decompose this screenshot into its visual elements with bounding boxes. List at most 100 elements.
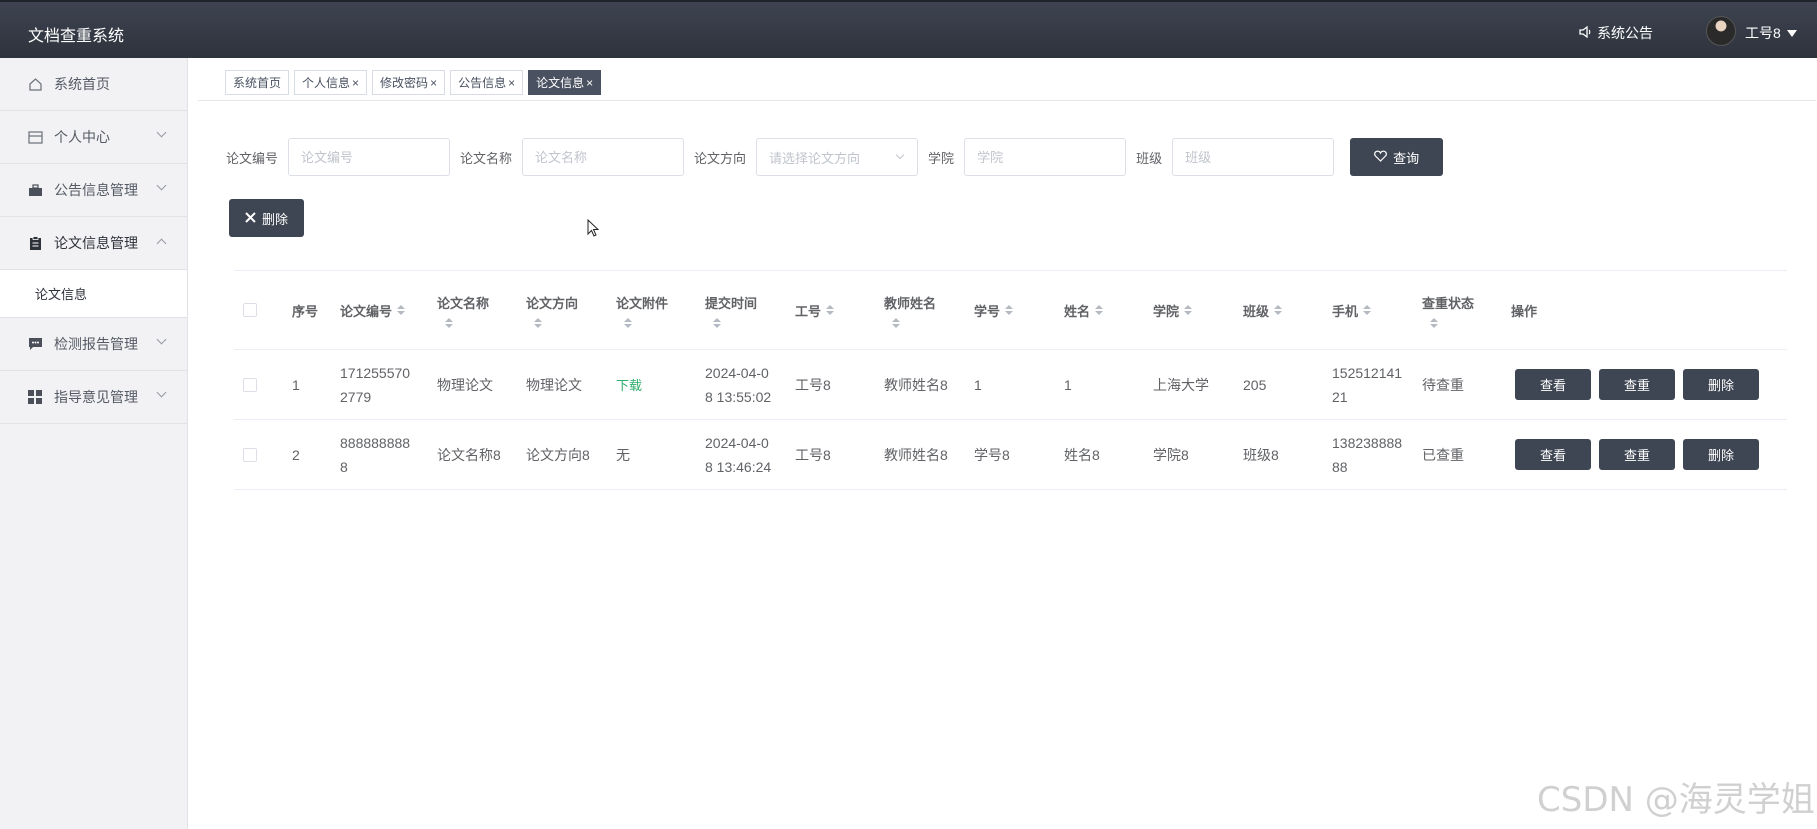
cell-text: 姓名8	[1064, 446, 1100, 463]
cell-phone: 138238888 88	[1332, 420, 1402, 489]
sort-icon[interactable]	[892, 317, 936, 328]
column-header-label: 工号	[795, 303, 822, 319]
cell-text: 138238888	[1332, 434, 1403, 451]
sidebar-item-label: 论文信息管理	[54, 235, 138, 251]
sort-icon[interactable]	[826, 305, 835, 315]
sort-icon[interactable]	[1274, 305, 1283, 315]
close-icon[interactable]: ×	[586, 76, 593, 90]
table-header-row: 序号 论文编号 论文名称 论文方向 论文附件 提交时间 工号 教师姓名 学号 姓…	[234, 271, 1787, 350]
check-duplicate-button[interactable]: 查重	[1599, 369, 1675, 400]
col-name[interactable]: 姓名	[1064, 271, 1104, 349]
close-icon[interactable]: ×	[430, 76, 437, 90]
cell-class: 205	[1243, 350, 1266, 419]
column-header-label: 论文名称	[437, 295, 490, 311]
col-attachment[interactable]: 论文附件	[616, 271, 668, 349]
delete-row-button[interactable]: 删除	[1683, 439, 1759, 470]
col-staff-no[interactable]: 工号	[795, 271, 835, 349]
cell-text: 8 13:55:02	[705, 388, 772, 405]
tab-notice-info[interactable]: 公告信息 ×	[450, 70, 524, 95]
row-checkbox[interactable]	[243, 447, 257, 462]
class-input[interactable]	[1172, 138, 1335, 176]
cell-text: 教师姓名8	[884, 446, 948, 463]
col-class[interactable]: 班级	[1243, 271, 1283, 349]
class-label: 班级	[1136, 150, 1163, 166]
cell-text: 学号8	[974, 446, 1010, 463]
sort-icon[interactable]	[534, 317, 578, 328]
sort-icon[interactable]	[397, 305, 406, 315]
tabs-bar: 系统首页 个人信息 × 修改密码 × 公告信息 × 论文信息 ×	[198, 70, 1816, 101]
cell-submit-time: 2024-04-0 8 13:55:02	[705, 350, 771, 419]
cell-status: 待查重	[1422, 350, 1464, 419]
row-checkbox[interactable]	[243, 377, 257, 392]
paper-name-label: 论文名称	[460, 150, 513, 166]
tab-personal-info[interactable]: 个人信息 ×	[294, 70, 368, 95]
col-phone[interactable]: 手机	[1332, 271, 1372, 349]
col-paper-no[interactable]: 论文编号	[340, 271, 406, 349]
tab-home[interactable]: 系统首页	[225, 70, 290, 95]
col-college[interactable]: 学院	[1153, 271, 1193, 349]
sidebar-item-report-management[interactable]: 检测报告管理	[0, 318, 187, 371]
cell-text: 物理论文	[526, 376, 582, 393]
status-text: 已查重	[1422, 446, 1464, 463]
sort-icon[interactable]	[1095, 305, 1104, 315]
college-input[interactable]	[964, 138, 1127, 176]
column-header-label: 姓名	[1064, 303, 1091, 319]
cell-text: 上海大学	[1153, 376, 1209, 393]
tab-label: 个人信息	[302, 76, 351, 90]
col-submit-time[interactable]: 提交时间	[705, 271, 757, 349]
paper-name-input[interactable]	[522, 138, 685, 176]
sort-icon[interactable]	[713, 317, 757, 328]
sort-icon[interactable]	[624, 317, 668, 328]
cell-text: 152512141	[1332, 364, 1403, 381]
batch-delete-button[interactable]: 删除	[229, 199, 304, 237]
check-duplicate-button[interactable]: 查重	[1599, 439, 1675, 470]
sort-icon[interactable]	[1430, 317, 1474, 328]
column-header-label: 教师姓名	[884, 295, 937, 311]
sidebar-item-paper-management[interactable]: 论文信息管理	[0, 217, 187, 270]
tab-change-password[interactable]: 修改密码 ×	[372, 70, 446, 95]
view-button[interactable]: 查看	[1515, 369, 1591, 400]
close-icon	[245, 211, 256, 226]
sort-icon[interactable]	[1005, 305, 1014, 315]
paper-direction-select[interactable]: 请选择论文方向	[756, 138, 919, 176]
cell-text: 205	[1243, 376, 1267, 393]
close-icon[interactable]: ×	[508, 76, 515, 90]
chevron-down-icon	[895, 150, 905, 160]
delete-button-label: 删除	[261, 211, 288, 227]
sidebar-item-label: 检测报告管理	[54, 336, 138, 352]
cell-text: 工号8	[795, 446, 831, 463]
sidebar-item-label: 指导意见管理	[54, 389, 138, 405]
col-status[interactable]: 查重状态	[1422, 271, 1474, 349]
cell-text: 教师姓名8	[884, 376, 948, 393]
cell-class: 班级8	[1243, 420, 1279, 489]
col-paper-name[interactable]: 论文名称	[437, 271, 489, 349]
cell-text: 班级8	[1243, 446, 1279, 463]
delete-row-button[interactable]: 删除	[1683, 369, 1759, 400]
paper-no-input[interactable]	[288, 138, 451, 176]
col-teacher[interactable]: 教师姓名	[884, 271, 936, 349]
message-icon	[27, 336, 43, 352]
col-direction[interactable]: 论文方向	[526, 271, 578, 349]
sort-icon[interactable]	[1184, 305, 1193, 315]
user-avatar[interactable]	[1706, 16, 1736, 46]
sidebar-item-personal-center[interactable]: 个人中心	[0, 111, 187, 164]
cell-text: 工号8	[795, 376, 831, 393]
sidebar-item-guidance-management[interactable]: 指导意见管理	[0, 371, 187, 424]
column-header-label: 序号	[292, 303, 319, 319]
sort-icon[interactable]	[445, 317, 489, 328]
sidebar-subitem-paper-info[interactable]: 论文信息	[0, 270, 187, 318]
sidebar-item-home[interactable]: 系统首页	[0, 58, 187, 111]
view-button[interactable]: 查看	[1515, 439, 1591, 470]
col-student-no[interactable]: 学号	[974, 271, 1014, 349]
cell-text: 2024-04-0	[705, 364, 769, 381]
sidebar-item-notice-management[interactable]: 公告信息管理	[0, 164, 187, 217]
download-link[interactable]: 下载	[616, 375, 642, 394]
system-notice-link[interactable]: 系统公告	[1578, 23, 1653, 43]
tab-paper-info[interactable]: 论文信息 ×	[528, 70, 602, 95]
user-menu[interactable]: 工号8	[1745, 23, 1797, 43]
query-button[interactable]: 查询	[1350, 138, 1444, 176]
sort-icon[interactable]	[1363, 305, 1372, 315]
select-all-checkbox[interactable]	[243, 303, 257, 317]
close-icon[interactable]: ×	[352, 76, 359, 90]
college-label: 学院	[928, 150, 955, 166]
